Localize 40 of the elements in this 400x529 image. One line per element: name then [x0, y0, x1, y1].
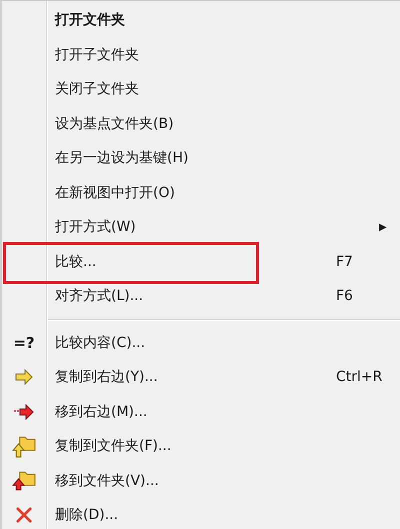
menu-item[interactable]: 在新视图中打开(O) [2, 176, 400, 210]
menu-item[interactable]: =? 比较内容(C)... [2, 326, 400, 360]
menu-item-label: 删除(D)... [55, 506, 118, 524]
menu-item-label: 打开文件夹 [55, 11, 125, 30]
menu-item-label: 复制到文件夹(F)... [55, 437, 172, 456]
menu-item[interactable]: 在另一边设为基键(H) [2, 141, 400, 176]
menu-item[interactable]: 打开文件夹 [2, 3, 400, 38]
menu-item-label: 设为基点文件夹(B) [55, 114, 174, 133]
menu-item[interactable]: 打开子文件夹 [2, 38, 400, 72]
compare-icon: =? [13, 334, 35, 352]
menu-item[interactable]: 比较... F7 [2, 244, 400, 279]
menu-item-label: 在另一边设为基键(H) [55, 149, 188, 168]
menu-item[interactable]: 设为基点文件夹(B) [2, 106, 400, 141]
menu-item-label: 移到右边(M)... [55, 402, 148, 421]
arrow-right-icon [14, 369, 34, 386]
delete-icon [14, 507, 34, 524]
menu-item-label: 复制到右边(Y)... [55, 368, 158, 386]
folder-arrow-icon [12, 468, 36, 493]
menu-item[interactable]: 复制到文件夹(F)... [2, 429, 400, 464]
submenu-arrow-icon: ▶ [379, 222, 387, 233]
menu-item[interactable]: 移到文件夹(V)... [2, 464, 400, 498]
menu-item-label: 比较... [55, 252, 96, 271]
menu-item[interactable]: 移到右边(M)... [2, 394, 400, 429]
shortcut-label: F7 [336, 254, 353, 270]
menu-item-label: 打开子文件夹 [55, 46, 139, 64]
shortcut-label: F6 [336, 288, 353, 304]
menu-item-label: 移到文件夹(V)... [55, 472, 159, 490]
menu-item[interactable]: 打开方式(W) ▶ [2, 210, 400, 244]
menu-item[interactable]: 对齐方式(L)... F6 [2, 279, 400, 314]
folder-arrow-icon [12, 434, 36, 458]
menu-item[interactable]: 关闭子文件夹 [2, 72, 400, 106]
menu-item-label: 在新视图中打开(O) [55, 184, 175, 202]
menu-item-label: 对齐方式(L)... [55, 287, 144, 306]
shortcut-label: Ctrl+R [336, 369, 382, 386]
menu-item-label: 比较内容(C)... [55, 334, 146, 352]
menu-item-label: 关闭子文件夹 [55, 80, 139, 98]
menu-item[interactable]: 删除(D)... [2, 498, 400, 529]
menu-item[interactable]: 复制到右边(Y)... Ctrl+R [2, 360, 400, 394]
arrow-right-icon [14, 404, 34, 420]
menu-item-label: 打开方式(W) [55, 218, 136, 236]
